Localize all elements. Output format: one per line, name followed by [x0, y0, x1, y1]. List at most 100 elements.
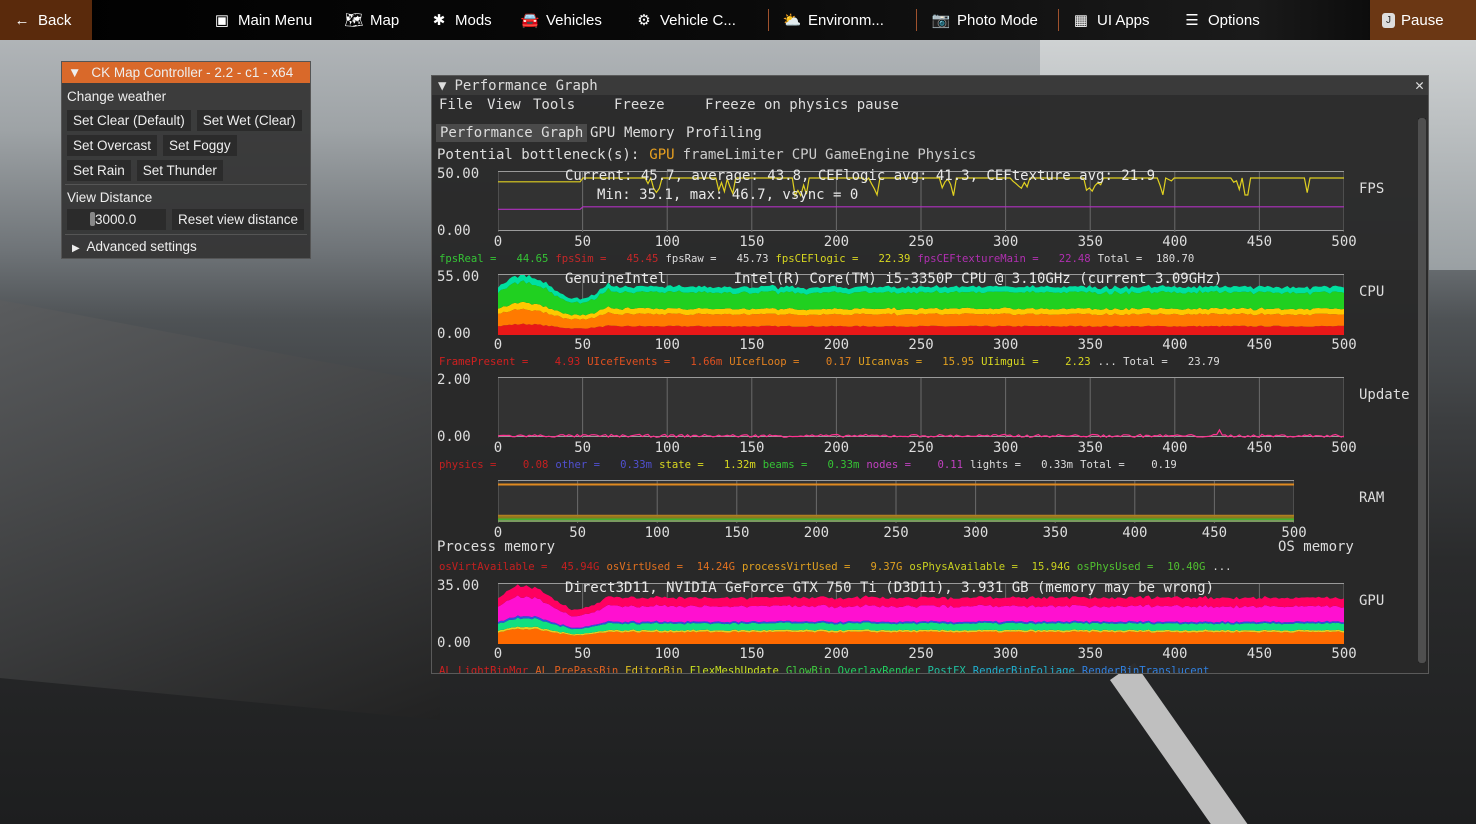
legend-update: physics = 0.08 other = 0.33m state = 1.32m bea… [439, 459, 1184, 471]
x-tick-label: 100 [654, 440, 680, 456]
legend-name: other = [555, 459, 601, 471]
weather-button-row: Set Clear (Default) Set Wet (Clear) [67, 110, 302, 131]
x-tick-label: 500 [1331, 337, 1357, 353]
bottleneck-physics: Physics [917, 147, 977, 163]
legend-item: other = 0.33m [555, 459, 652, 471]
tab-performance-graph[interactable]: Performance Graph [436, 124, 588, 142]
close-icon[interactable]: ✕ [1415, 76, 1424, 94]
weather-button-set-foggy[interactable]: Set Foggy [163, 135, 237, 156]
pause-button[interactable]: J Pause [1370, 0, 1476, 40]
x-tick-label: 450 [1246, 440, 1273, 456]
x-tick-label: 100 [654, 234, 680, 250]
legend-name: OverlayRender [837, 665, 921, 674]
divider [65, 184, 307, 185]
legend-item: PostFX [927, 665, 966, 674]
menu-freeze[interactable]: Freeze [614, 97, 665, 113]
perf-title-bar[interactable]: ▼ Performance Graph [432, 76, 1428, 95]
back-button[interactable]: ← Back [0, 0, 92, 40]
legend-item: fpsSim = 45.45 [555, 253, 658, 265]
topbar-environm-[interactable]: ⛅ Environm... [782, 0, 884, 40]
menu-file[interactable]: File [439, 97, 473, 113]
legend-value: 22.39 [878, 253, 911, 265]
legend-name: RenderBinFoliage [972, 665, 1075, 674]
x-tick-label: 100 [654, 646, 680, 662]
weather-button-set-wet-clear-[interactable]: Set Wet (Clear) [196, 110, 302, 131]
os-memory-caption: OS memory [1278, 539, 1354, 555]
topbar-mods[interactable]: ✱ Mods [429, 0, 492, 40]
topbar-item-label: Photo Mode [957, 11, 1038, 29]
tab-profiling[interactable]: Profiling [682, 124, 766, 142]
x-tick-label: 0 [493, 440, 503, 456]
pause-label: Pause [1401, 11, 1444, 29]
ck-title-bar[interactable]: ▼ CK Map Controller - 2.2 - c1 - x64 [62, 62, 310, 83]
legend-item: Total = 0.19 [1080, 459, 1177, 471]
legend-item: physics = 0.08 [439, 459, 548, 471]
legend-name: PostFX [927, 665, 966, 674]
topbar-vehicles[interactable]: 🚘 Vehicles [520, 0, 602, 40]
legend-item: UIcefEvents = 1.66m [587, 356, 722, 368]
legend-value: 22.48 [1058, 253, 1091, 265]
puzzle-icon: ✱ [432, 12, 446, 29]
weather-button-set-overcast[interactable]: Set Overcast [67, 135, 158, 156]
legend-item: osVirtAvailable = 45.94G [439, 561, 599, 573]
x-tick-label: 250 [908, 234, 934, 250]
menu-tools[interactable]: Tools [533, 97, 575, 113]
graph-overlay-text: Direct3D11, NVIDIA GeForce GTX 750 Ti (D… [565, 580, 1215, 596]
legend-value: 0.11 [937, 459, 964, 471]
scrollbar-thumb[interactable] [1418, 118, 1426, 663]
divider [65, 234, 307, 235]
weather-button-set-clear-default-[interactable]: Set Clear (Default) [67, 110, 191, 131]
view-distance-label: View Distance [67, 190, 153, 205]
topbar-options[interactable]: ☰ Options [1182, 0, 1259, 40]
view-distance-slider[interactable]: 3000.0 [67, 209, 166, 230]
collapse-triangle-icon[interactable]: ▼ [438, 78, 446, 94]
legend-value: 1.66m [690, 356, 723, 368]
advanced-settings-toggle[interactable]: ▶ Advanced settings [72, 239, 197, 254]
legend-item: FlexMeshUpdate [690, 665, 779, 673]
tab-gpu[interactable]: GPU [586, 124, 619, 142]
tab-memory[interactable]: Memory [620, 124, 679, 142]
legend-item: fpsReal = 44.65 [439, 253, 548, 265]
x-tick-label: 200 [823, 646, 850, 662]
menu-view[interactable]: View [487, 97, 521, 113]
topbar-photo-mode[interactable]: 📷 Photo Mode [931, 0, 1038, 40]
legend-item: lights = 0.33m [970, 459, 1073, 471]
x-tick-label: 50 [574, 440, 592, 456]
weather-button-set-thunder[interactable]: Set Thunder [136, 160, 223, 181]
legend-value: 44.65 [516, 253, 549, 265]
collapse-triangle-icon[interactable]: ▼ [68, 65, 81, 80]
performance-graph-window: ▼ Performance Graph ✕ File View Tools Freeze… [431, 75, 1429, 674]
legend-item: OverlayRender [837, 665, 921, 674]
x-tick-label: 400 [1162, 234, 1188, 250]
legend-name: ... [1212, 561, 1232, 573]
legend-name: UIcefLoop = [729, 356, 800, 368]
legend-item: Total = 180.70 [1098, 253, 1195, 265]
x-tick-label: 300 [993, 234, 1019, 250]
weather-button-set-rain[interactable]: Set Rain [67, 160, 131, 181]
legend-item: beams = 0.33m [763, 459, 860, 471]
graph-update [497, 378, 1345, 439]
reset-view-distance-button[interactable]: Reset view distance [172, 209, 304, 230]
menu-separator [1058, 9, 1059, 31]
x-tick-label: 100 [654, 337, 680, 353]
legend-item: state = 1.32m [659, 459, 756, 471]
menu-freeze-on-physics-pause[interactable]: Freeze on physics pause [705, 97, 899, 113]
topbar-map[interactable]: 🗺 Map [344, 0, 399, 40]
topbar-vehicle-c-[interactable]: ⚙ Vehicle C... [634, 0, 736, 40]
x-tick-label: 50 [574, 337, 592, 353]
legend-item: AL_PrePassBin [535, 665, 618, 673]
expand-triangle-icon: ▶ [72, 243, 80, 254]
y-min-label: 0.00 [437, 429, 471, 445]
legend-value: 180.70 [1155, 253, 1195, 265]
x-tick-label: 0 [493, 646, 503, 662]
legend-name: ... Total = [1097, 356, 1168, 368]
topbar-ui-apps[interactable]: ▦ UI Apps [1071, 0, 1150, 40]
scrollbar[interactable] [1418, 118, 1426, 663]
x-tick-label: 150 [724, 525, 750, 541]
legend-name: UIcanvas = [858, 356, 923, 368]
topbar-item-label: Map [370, 11, 400, 29]
legend-fps: fpsReal = 44.65 fpsSim = 45.45 fpsRaw = 45.73… [439, 253, 1201, 265]
x-tick-label: 150 [739, 337, 765, 353]
topbar-main-menu[interactable]: ▣ Main Menu [212, 0, 312, 40]
slider-handle[interactable] [90, 212, 95, 226]
